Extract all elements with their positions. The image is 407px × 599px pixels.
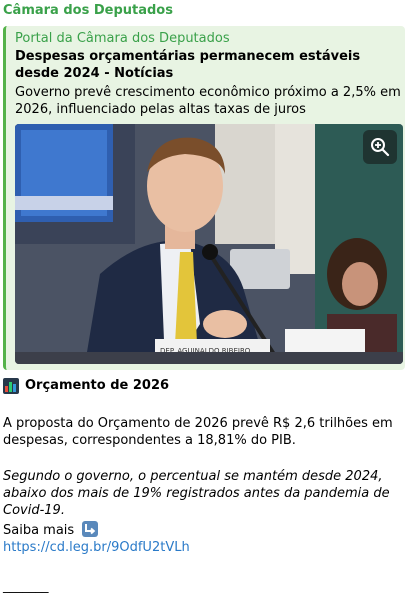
post-heading: Orçamento de 2026 <box>3 377 169 394</box>
paragraph-government: Segundo o governo, o percentual se manté… <box>3 469 390 518</box>
zoom-in-icon <box>371 138 390 157</box>
link-line: https://cd.leg.br/9OdfU2tVLh <box>3 539 403 556</box>
message-view: Câmara dos Deputados Portal da Câmara do… <box>0 0 407 599</box>
divider: _______ <box>3 579 49 594</box>
link-preview[interactable]: Portal da Câmara dos Deputados Despesas … <box>3 26 405 370</box>
bar-chart-icon <box>3 377 19 394</box>
post-link[interactable]: https://cd.leg.br/9OdfU2tVLh <box>3 540 190 555</box>
more-line: Saiba mais <box>3 521 403 539</box>
preview-description: Governo prevê crescimento econômico próx… <box>15 85 401 117</box>
zoom-button[interactable] <box>363 130 397 164</box>
photo-illustration: DEP. AGUINALDO RIBEIRO <box>15 124 403 364</box>
more-label: Saiba mais <box>3 523 75 538</box>
preview-photo[interactable]: DEP. AGUINALDO RIBEIRO <box>15 124 403 364</box>
preview-site-name: Portal da Câmara dos Deputados <box>15 31 230 46</box>
paragraph-budget: A proposta do Orçamento de 2026 prevê R$… <box>3 416 393 448</box>
preview-title: Despesas orçamentárias permanecem estáve… <box>15 49 361 81</box>
arrow-down-right-icon <box>82 521 99 537</box>
heading-text: Orçamento de 2026 <box>25 378 170 393</box>
channel-name[interactable]: Câmara dos Deputados <box>3 2 173 19</box>
